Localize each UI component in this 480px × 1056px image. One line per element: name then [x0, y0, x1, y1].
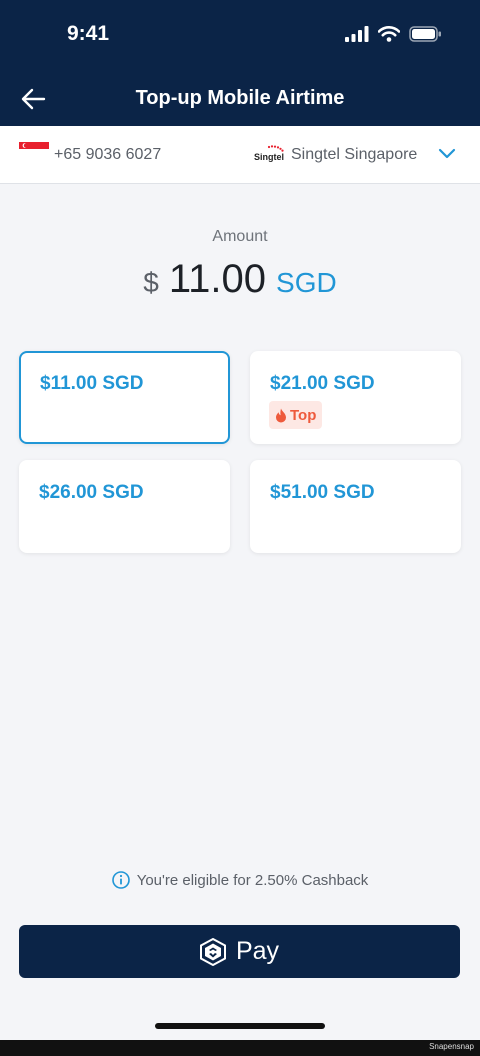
cro-logo-icon — [199, 937, 226, 966]
carrier-select[interactable]: Singtel Singtel Singapore — [240, 126, 480, 183]
pay-label: Pay — [235, 937, 280, 965]
singtel-logo: Singtel — [254, 145, 284, 162]
wifi-icon — [378, 26, 400, 42]
pay-button[interactable]: Pay — [19, 925, 460, 978]
flame-icon — [276, 408, 286, 422]
amount-option-11[interactable]: $11.00 SGD — [19, 351, 230, 444]
amount-display: $ 11.00 SGD — [0, 257, 480, 302]
currency-code: SGD — [276, 267, 337, 298]
carrier-name: Singtel Singapore — [291, 146, 418, 163]
amount-value: 11.00 — [168, 257, 267, 301]
currency-symbol: $ — [143, 267, 159, 298]
phone-number: +65 9036 6027 — [54, 146, 162, 163]
cashback-text: You're eligible for 2.50% Cashback — [136, 871, 369, 889]
top-badge-label: Top — [290, 406, 317, 424]
top-badge: Top — [269, 401, 323, 429]
info-icon — [111, 871, 130, 889]
amount-option-label: $21.00 SGD — [270, 373, 375, 394]
amount-label: Amount — [212, 228, 268, 245]
svg-text:Singtel: Singtel — [254, 152, 284, 162]
carrier-bar: +65 9036 6027 Singtel Singtel Singapore — [0, 126, 480, 184]
amount-option-21[interactable]: $21.00 SGD Top — [250, 351, 461, 444]
singapore-flag-icon — [19, 142, 49, 156]
amount-option-26[interactable]: $26.00 SGD — [19, 460, 230, 553]
page-title: Top-up Mobile Airtime — [135, 87, 345, 109]
home-indicator — [155, 1023, 325, 1029]
footer-bar: Snapensnap — [0, 1040, 480, 1056]
signal-icon — [345, 26, 369, 42]
app-header: 9:41 Top-up Mobile Airtime — [0, 0, 480, 126]
status-icons — [345, 26, 442, 42]
chevron-down-icon — [438, 148, 456, 159]
amount-option-51[interactable]: $51.00 SGD — [250, 460, 461, 553]
status-time: 9:41 — [67, 22, 110, 45]
amount-option-label: $51.00 SGD — [270, 482, 375, 503]
amount-option-label: $11.00 SGD — [40, 373, 144, 394]
watermark: Snapensnap — [429, 1042, 474, 1051]
amount-option-label: $26.00 SGD — [39, 482, 144, 503]
cashback-notice: You're eligible for 2.50% Cashback — [0, 871, 480, 889]
battery-icon — [409, 26, 441, 42]
